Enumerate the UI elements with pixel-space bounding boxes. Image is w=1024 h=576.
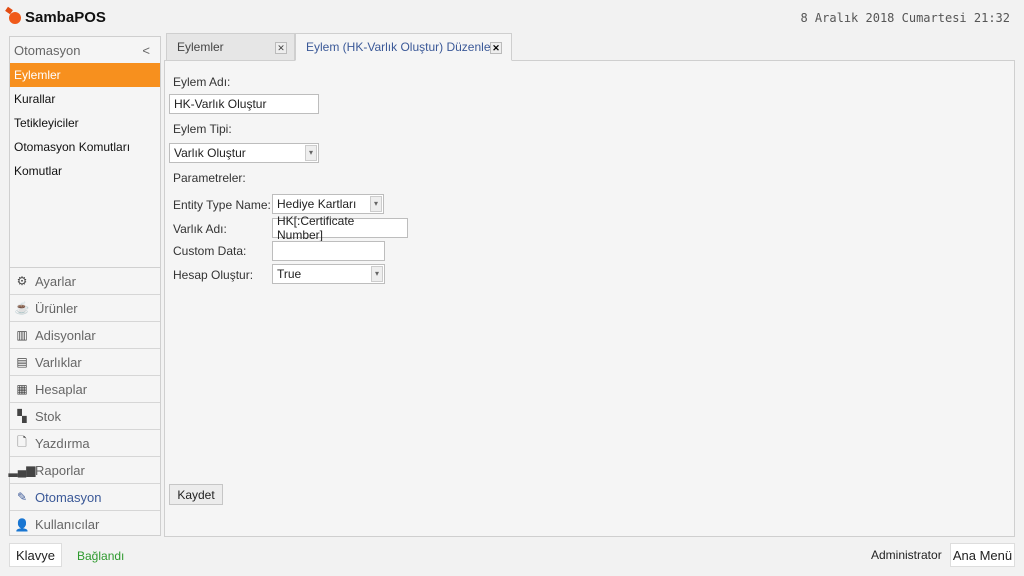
close-icon[interactable]: ✕ xyxy=(275,42,287,54)
nav-label: Kullanıcılar xyxy=(35,517,100,532)
type-label: Eylem Tipi: xyxy=(173,122,232,136)
sidebar-header: Otomasyon < xyxy=(10,37,160,63)
keyboard-button[interactable]: Klavye xyxy=(9,543,62,567)
chevron-down-icon: ▾ xyxy=(305,145,317,161)
cup-icon: ☕ xyxy=(14,301,30,315)
nav-adisyonlar[interactable]: ▥ Adisyonlar xyxy=(10,322,160,349)
bar-chart-icon: ▂▄▆ xyxy=(8,463,36,477)
tab-eylem-duzenle[interactable]: Eylem (HK-Varlık Oluştur) Düzenle ✕ xyxy=(295,33,512,61)
connection-status: Bağlandı xyxy=(77,549,125,563)
nav-label: Stok xyxy=(35,408,62,424)
nav-label: Raporlar xyxy=(35,462,85,478)
nav-label: Varlıklar xyxy=(35,354,82,370)
sidebar-item-komutlar[interactable]: Komutlar xyxy=(10,159,160,183)
logo-icon xyxy=(9,11,21,24)
editor-panel xyxy=(164,60,1015,537)
app-logo: SambaPOS xyxy=(9,9,106,26)
stock-icon: ▚ xyxy=(17,409,27,423)
entity-type-select[interactable]: Hediye Kartları ▾ xyxy=(272,194,384,214)
nav-urunler[interactable]: ☕ Ürünler xyxy=(10,295,160,322)
app-name: SambaPOS xyxy=(25,9,106,26)
tab-label: Eylem (HK-Varlık Oluştur) Düzenle xyxy=(306,40,491,54)
current-user: Administrator xyxy=(871,548,942,562)
entity-name-label: Varlık Adı: xyxy=(173,222,227,236)
nav-label: Yazdırma xyxy=(35,435,90,451)
table-icon: ▤ xyxy=(16,355,28,369)
sidebar-item-kurallar[interactable]: Kurallar xyxy=(10,87,160,111)
create-account-select[interactable]: True ▾ xyxy=(272,264,385,284)
nav-label: Ayarlar xyxy=(35,273,76,289)
chevron-down-icon: ▾ xyxy=(370,196,382,212)
sidebar: Otomasyon < Eylemler Kurallar Tetikleyici… xyxy=(9,36,161,536)
nav-otomasyon[interactable]: ✎ Otomasyon xyxy=(10,484,160,511)
custom-data-label: Custom Data: xyxy=(173,244,247,258)
name-input[interactable]: HK-Varlık Oluştur xyxy=(169,94,319,114)
close-icon[interactable]: ✕ xyxy=(490,42,502,54)
type-select[interactable]: Varlık Oluştur ▾ xyxy=(169,143,319,163)
tab-label: Eylemler xyxy=(177,40,224,54)
nav-label: Ürünler xyxy=(35,300,78,316)
user-icon: 👤 xyxy=(14,517,30,532)
nav-ayarlar[interactable]: ⚙ Ayarlar xyxy=(10,268,160,295)
nav-kullanicilar[interactable]: 👤 Kullanıcılar xyxy=(10,511,160,538)
nav-label: Hesaplar xyxy=(35,381,88,397)
gear-icon: ⚙ xyxy=(16,274,28,288)
nav-label: Otomasyon xyxy=(35,489,102,505)
entity-type-label: Entity Type Name: xyxy=(173,198,271,212)
nav-label: Adisyonlar xyxy=(35,327,96,343)
document-icon: 🗋 xyxy=(17,434,27,449)
create-account-label: Hesap Oluştur: xyxy=(173,268,254,282)
nav-stok[interactable]: ▚ Stok xyxy=(10,403,160,430)
books-icon: ▥ xyxy=(16,328,28,342)
sidebar-title: Otomasyon xyxy=(14,42,81,58)
collapse-button[interactable]: < xyxy=(142,43,150,58)
params-label: Parametreler: xyxy=(173,171,246,185)
sidebar-item-tetikleyiciler[interactable]: Tetikleyiciler xyxy=(10,111,160,135)
calculator-icon: ▦ xyxy=(16,382,28,396)
datetime: 8 Aralık 2018 Cumartesi 21:32 xyxy=(800,11,1010,25)
type-value: Varlık Oluştur xyxy=(174,146,246,160)
sidebar-item-otomasyon-komutlari[interactable]: Otomasyon Komutları xyxy=(10,135,160,159)
main-nav: ⚙ Ayarlar ☕ Ürünler ▥ Adisyonlar ▤ Varlıklar… xyxy=(8,267,160,538)
nav-varliklar[interactable]: ▤ Varlıklar xyxy=(10,349,160,376)
main-menu-button[interactable]: Ana Menü xyxy=(950,543,1015,567)
create-account-value: True xyxy=(277,267,302,281)
chevron-down-icon: ▾ xyxy=(371,266,383,282)
custom-data-input[interactable] xyxy=(272,241,385,261)
name-label: Eylem Adı: xyxy=(173,75,231,89)
nav-raporlar[interactable]: ▂▄▆ Raporlar xyxy=(8,457,160,484)
pen-icon: ✎ xyxy=(16,490,28,504)
tab-eylemler[interactable]: Eylemler ✕ xyxy=(166,33,295,61)
entity-name-input[interactable]: HK[:Certificate Number] xyxy=(272,214,408,242)
nav-hesaplar[interactable]: ▦ Hesaplar xyxy=(10,376,160,403)
save-button[interactable]: Kaydet xyxy=(169,484,223,505)
nav-yazdirma[interactable]: 🗋 Yazdırma xyxy=(10,430,160,457)
entity-type-value: Hediye Kartları xyxy=(277,197,357,211)
sidebar-item-eylemler[interactable]: Eylemler xyxy=(10,63,160,87)
